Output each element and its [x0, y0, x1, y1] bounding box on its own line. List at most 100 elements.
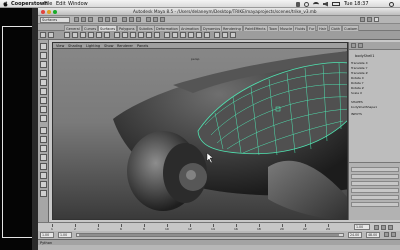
- nurbs-cylinder-icon[interactable]: [80, 32, 86, 38]
- show-channel-box-icon[interactable]: [374, 17, 379, 22]
- time-machine-icon[interactable]: [304, 1, 309, 7]
- render-icon[interactable]: [146, 17, 151, 22]
- layout-persp-outliner-icon[interactable]: [40, 145, 47, 152]
- fillet-icon[interactable]: [214, 32, 220, 38]
- layer-row[interactable]: [351, 188, 399, 193]
- channels-menu-icon[interactable]: [351, 43, 356, 48]
- nurbs-cone-icon[interactable]: [88, 32, 94, 38]
- soft-mod-tool-icon[interactable]: [40, 106, 47, 113]
- menubar-window[interactable]: Window: [68, 1, 88, 7]
- layout-script-editor-icon[interactable]: [40, 190, 47, 197]
- window-titlebar[interactable]: Autodesk Maya 8.5 - /Users/delaneym/Desk…: [38, 8, 400, 16]
- render-settings-icon[interactable]: [160, 17, 165, 22]
- channel-translate-x[interactable]: Translate X: [351, 61, 399, 65]
- menubar-clock[interactable]: Tue 18:37: [344, 1, 369, 7]
- channel-scale-x[interactable]: Scale X: [351, 91, 399, 95]
- scale-tool-icon[interactable]: [40, 88, 47, 95]
- stitch-icon[interactable]: [222, 32, 228, 38]
- auto-key-icon[interactable]: [384, 232, 389, 237]
- playback-end-field[interactable]: 24.00: [348, 232, 362, 238]
- channel-translate-z[interactable]: Translate Z: [351, 71, 399, 75]
- rotate-tool-icon[interactable]: [40, 79, 47, 86]
- move-tool-icon[interactable]: [40, 70, 47, 77]
- nurbs-torus-icon[interactable]: [104, 32, 110, 38]
- untrim-icon[interactable]: [172, 32, 178, 38]
- time-slider[interactable]: 1 2 4 6 8 10 12 14 16 18 20 22 24 1.00: [38, 222, 400, 231]
- wifi-icon[interactable]: [313, 1, 319, 7]
- channel-rotate-x[interactable]: Rotate X: [351, 76, 399, 80]
- spotlight-icon[interactable]: [389, 1, 394, 7]
- layout-persp-trax-icon[interactable]: [40, 172, 47, 179]
- vehicle-model[interactable]: [53, 49, 348, 220]
- rebuild-surface-icon[interactable]: [204, 32, 210, 38]
- layout-hypershade-icon[interactable]: [40, 163, 47, 170]
- range-bar[interactable]: [76, 233, 344, 237]
- show-attribute-editor-icon[interactable]: [360, 17, 365, 22]
- channel-translate-y[interactable]: Translate Y: [351, 66, 399, 70]
- snap-curve-icon[interactable]: [129, 17, 134, 22]
- attach-surfaces-icon[interactable]: [188, 32, 194, 38]
- object-menu-icon[interactable]: [358, 43, 363, 48]
- play-backward-icon[interactable]: [374, 225, 379, 230]
- menubar-app-name[interactable]: Cooperstown: [11, 1, 48, 7]
- channel-box-object-name[interactable]: bodyShell1: [355, 54, 374, 58]
- current-frame-field[interactable]: 1.00: [354, 224, 370, 230]
- shelf-menu-icon[interactable]: [40, 32, 46, 38]
- layout-four-pane-icon[interactable]: [40, 136, 47, 143]
- select-object-icon[interactable]: [105, 17, 110, 22]
- play-forward-icon[interactable]: [381, 225, 386, 230]
- trim-tool-icon[interactable]: [164, 32, 170, 38]
- open-scene-icon[interactable]: [81, 17, 86, 22]
- perspective-viewport[interactable]: View Shading Lighting Show Renderer Pane…: [52, 42, 348, 220]
- layout-persp-graph-icon[interactable]: [40, 154, 47, 161]
- minimize-button[interactable]: [47, 10, 51, 14]
- layout-single-pane-icon[interactable]: [40, 127, 47, 134]
- nurbs-plane-icon[interactable]: [96, 32, 102, 38]
- bluetooth-icon[interactable]: [296, 1, 300, 7]
- volume-icon[interactable]: [323, 1, 328, 7]
- extrude-icon[interactable]: [138, 32, 144, 38]
- layer-row[interactable]: [351, 167, 399, 172]
- select-tool-icon[interactable]: [40, 43, 47, 50]
- channel-rotate-z[interactable]: Rotate Z: [351, 86, 399, 90]
- zoom-button[interactable]: [53, 10, 57, 14]
- preferences-icon[interactable]: [391, 232, 396, 237]
- layout-uv-editor-icon[interactable]: [40, 181, 47, 188]
- layer-row[interactable]: [351, 195, 399, 200]
- range-handle[interactable]: [79, 234, 339, 236]
- revolve-icon[interactable]: [114, 32, 120, 38]
- new-scene-icon[interactable]: [74, 17, 79, 22]
- menubar-file[interactable]: File: [44, 1, 52, 7]
- apple-icon[interactable]: [3, 1, 8, 7]
- animation-start-field[interactable]: 1.00: [40, 232, 54, 238]
- menu-set-dropdown[interactable]: Surfaces: [40, 17, 70, 23]
- show-manipulator-icon[interactable]: [40, 115, 47, 122]
- ipr-render-icon[interactable]: [153, 17, 158, 22]
- birail-icon[interactable]: [146, 32, 152, 38]
- layer-row[interactable]: [351, 181, 399, 186]
- intersect-icon[interactable]: [180, 32, 186, 38]
- show-tool-settings-icon[interactable]: [367, 17, 372, 22]
- playback-start-field[interactable]: 1.00: [58, 232, 72, 238]
- shape-name[interactable]: bodyShellShape1: [351, 105, 399, 109]
- paint-select-tool-icon[interactable]: [40, 61, 47, 68]
- lasso-tool-icon[interactable]: [40, 52, 47, 59]
- loft-icon[interactable]: [122, 32, 128, 38]
- sculpt-icon[interactable]: [230, 32, 236, 38]
- close-button[interactable]: [41, 10, 45, 14]
- shelf-tabs-icon[interactable]: [48, 32, 54, 38]
- detach-surfaces-icon[interactable]: [196, 32, 202, 38]
- battery-icon[interactable]: [332, 2, 340, 6]
- select-hierarchy-icon[interactable]: [98, 17, 103, 22]
- planar-icon[interactable]: [130, 32, 136, 38]
- layer-row[interactable]: [351, 202, 399, 207]
- manipulator-tool-icon[interactable]: [40, 97, 47, 104]
- layer-row[interactable]: [351, 174, 399, 179]
- snap-point-icon[interactable]: [136, 17, 141, 22]
- channel-rotate-y[interactable]: Rotate Y: [351, 81, 399, 85]
- nurbs-cube-icon[interactable]: [72, 32, 78, 38]
- select-component-icon[interactable]: [112, 17, 117, 22]
- save-scene-icon[interactable]: [88, 17, 93, 22]
- nurbs-sphere-icon[interactable]: [64, 32, 70, 38]
- boundary-icon[interactable]: [154, 32, 160, 38]
